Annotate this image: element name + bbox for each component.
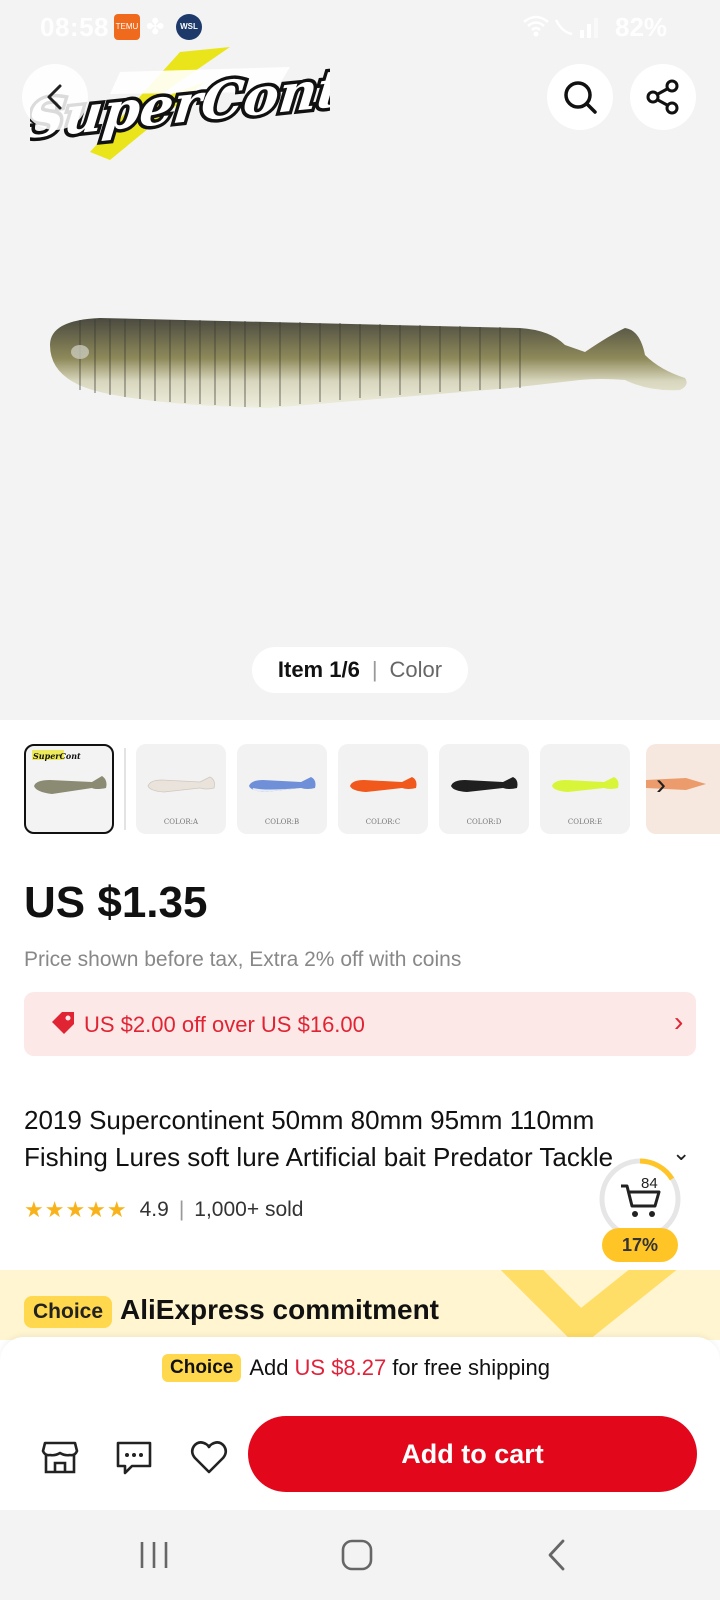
- coupon-banner[interactable]: US $2.00 off over US $16.00 ›: [24, 992, 696, 1056]
- thumbnail-color-e[interactable]: COLOR:E: [540, 744, 630, 834]
- product-image-lure: [50, 318, 687, 408]
- thumb-lure-image: [552, 777, 619, 792]
- thumb-lure-image: [147, 776, 215, 793]
- shipping-prefix: Add: [249, 1355, 289, 1380]
- battery-level: 82%: [615, 12, 668, 42]
- search-button[interactable]: [547, 64, 613, 130]
- temu-notification-icon: TEMU: [114, 14, 140, 40]
- store-icon: [41, 1441, 79, 1474]
- price-note: Price shown before tax, Extra 2% off wit…: [24, 948, 462, 971]
- status-bar: 08:58 TEMU ✤ WSL 82%: [0, 0, 720, 56]
- system-navigation-bar: [0, 1510, 720, 1600]
- color-thumbnail-strip[interactable]: SuperCont COLOR:A COLOR:B COLOR:C COLOR:…: [0, 744, 720, 836]
- chat-icon: [116, 1441, 152, 1475]
- store-button[interactable]: [38, 1435, 82, 1479]
- free-shipping-bar[interactable]: Choice Add US $8.27 for free shipping: [0, 1337, 720, 1405]
- recent-apps-button[interactable]: [124, 1532, 184, 1578]
- pill-divider: |: [371, 657, 378, 682]
- coupon-tag-icon: [52, 1012, 74, 1034]
- thumbnail-color-d[interactable]: COLOR:D: [439, 744, 529, 834]
- heart-icon: [190, 1441, 228, 1474]
- thumbnail-color-c[interactable]: COLOR:C: [338, 744, 428, 834]
- sold-count: 1,000+ sold: [194, 1198, 304, 1221]
- choice-banner-title: AliExpress commitment: [120, 1294, 439, 1325]
- gallery-item-counter: Item 1/6: [277, 657, 360, 682]
- cart-progress-badge: 17%: [602, 1228, 678, 1262]
- cart-count: 84: [641, 1175, 658, 1192]
- gallery-item-label: Color: [389, 657, 443, 682]
- status-time: 08:58: [40, 12, 109, 42]
- home-button[interactable]: [327, 1532, 387, 1578]
- wishlist-button[interactable]: [187, 1435, 231, 1479]
- system-back-button[interactable]: [527, 1532, 587, 1578]
- product-price: US $1.35: [24, 878, 208, 927]
- thumb-lure-image: [451, 777, 518, 792]
- thumb-lure-image: [249, 777, 316, 792]
- chevron-left-icon: [47, 84, 62, 110]
- checkmark-decoration-icon: [500, 1270, 677, 1338]
- shipping-suffix: for free shipping: [392, 1355, 551, 1380]
- thumbnail-scroll-next[interactable]: ›: [646, 744, 720, 834]
- fan-icon: ✤: [146, 14, 165, 39]
- thumbnail-caption: COLOR:A: [163, 818, 199, 826]
- bottom-action-bar: Add to cart: [0, 1405, 720, 1510]
- thumbnail-selected[interactable]: SuperCont: [24, 744, 114, 834]
- thumbnail-caption: COLOR:B: [264, 818, 300, 826]
- choice-badge: Choice: [24, 1296, 113, 1328]
- chevron-right-icon: ›: [656, 768, 666, 801]
- add-to-cart-button[interactable]: Add to cart: [248, 1416, 697, 1492]
- share-button[interactable]: [630, 64, 696, 130]
- back-button[interactable]: [22, 64, 88, 130]
- rating-row[interactable]: ★★★★★ 4.9 | 1,000+ sold: [24, 1197, 303, 1223]
- wsl-notification-icon: WSL: [176, 14, 202, 40]
- share-icon: [646, 79, 679, 115]
- thumbnail-caption: COLOR:E: [567, 818, 603, 826]
- home-icon: [341, 1539, 373, 1571]
- choice-commitment-banner[interactable]: Choice AliExpress commitment: [0, 1270, 720, 1340]
- rating-divider: |: [178, 1198, 185, 1221]
- thumb-lure-image: [350, 777, 417, 792]
- thumbnail-caption: COLOR:D: [466, 818, 502, 826]
- search-icon: [564, 81, 597, 114]
- gallery-item-indicator: Item 1/6 | Color: [252, 647, 468, 693]
- thumbnail-color-b[interactable]: COLOR:B: [237, 744, 327, 834]
- star-rating-icons: ★★★★★: [24, 1197, 128, 1222]
- wifi-signal-icon: [522, 12, 602, 46]
- recent-apps-icon: [140, 1542, 168, 1568]
- shipping-amount: US $8.27: [294, 1355, 387, 1380]
- thumb-brand-image: SuperCont: [32, 750, 107, 794]
- thumbnail-caption: COLOR:C: [365, 818, 401, 826]
- rating-value: 4.9: [139, 1198, 169, 1221]
- choice-badge: Choice: [162, 1354, 242, 1382]
- chevron-right-icon: ›: [674, 1006, 684, 1037]
- message-button[interactable]: [112, 1435, 156, 1479]
- coupon-text: US $2.00 off over US $16.00: [84, 1012, 365, 1037]
- svg-text:SuperCont: SuperCont: [33, 751, 81, 761]
- chevron-left-icon: [548, 1539, 565, 1571]
- product-image-gallery[interactable]: SuperContinent 08:58 TEMU ✤ WSL 82% Item…: [0, 0, 720, 720]
- product-title[interactable]: 2019 Supercontinent 50mm 80mm 95mm 110mm…: [24, 1102, 684, 1176]
- thumbnail-divider: [124, 748, 126, 830]
- thumbnail-color-a[interactable]: COLOR:A: [136, 744, 226, 834]
